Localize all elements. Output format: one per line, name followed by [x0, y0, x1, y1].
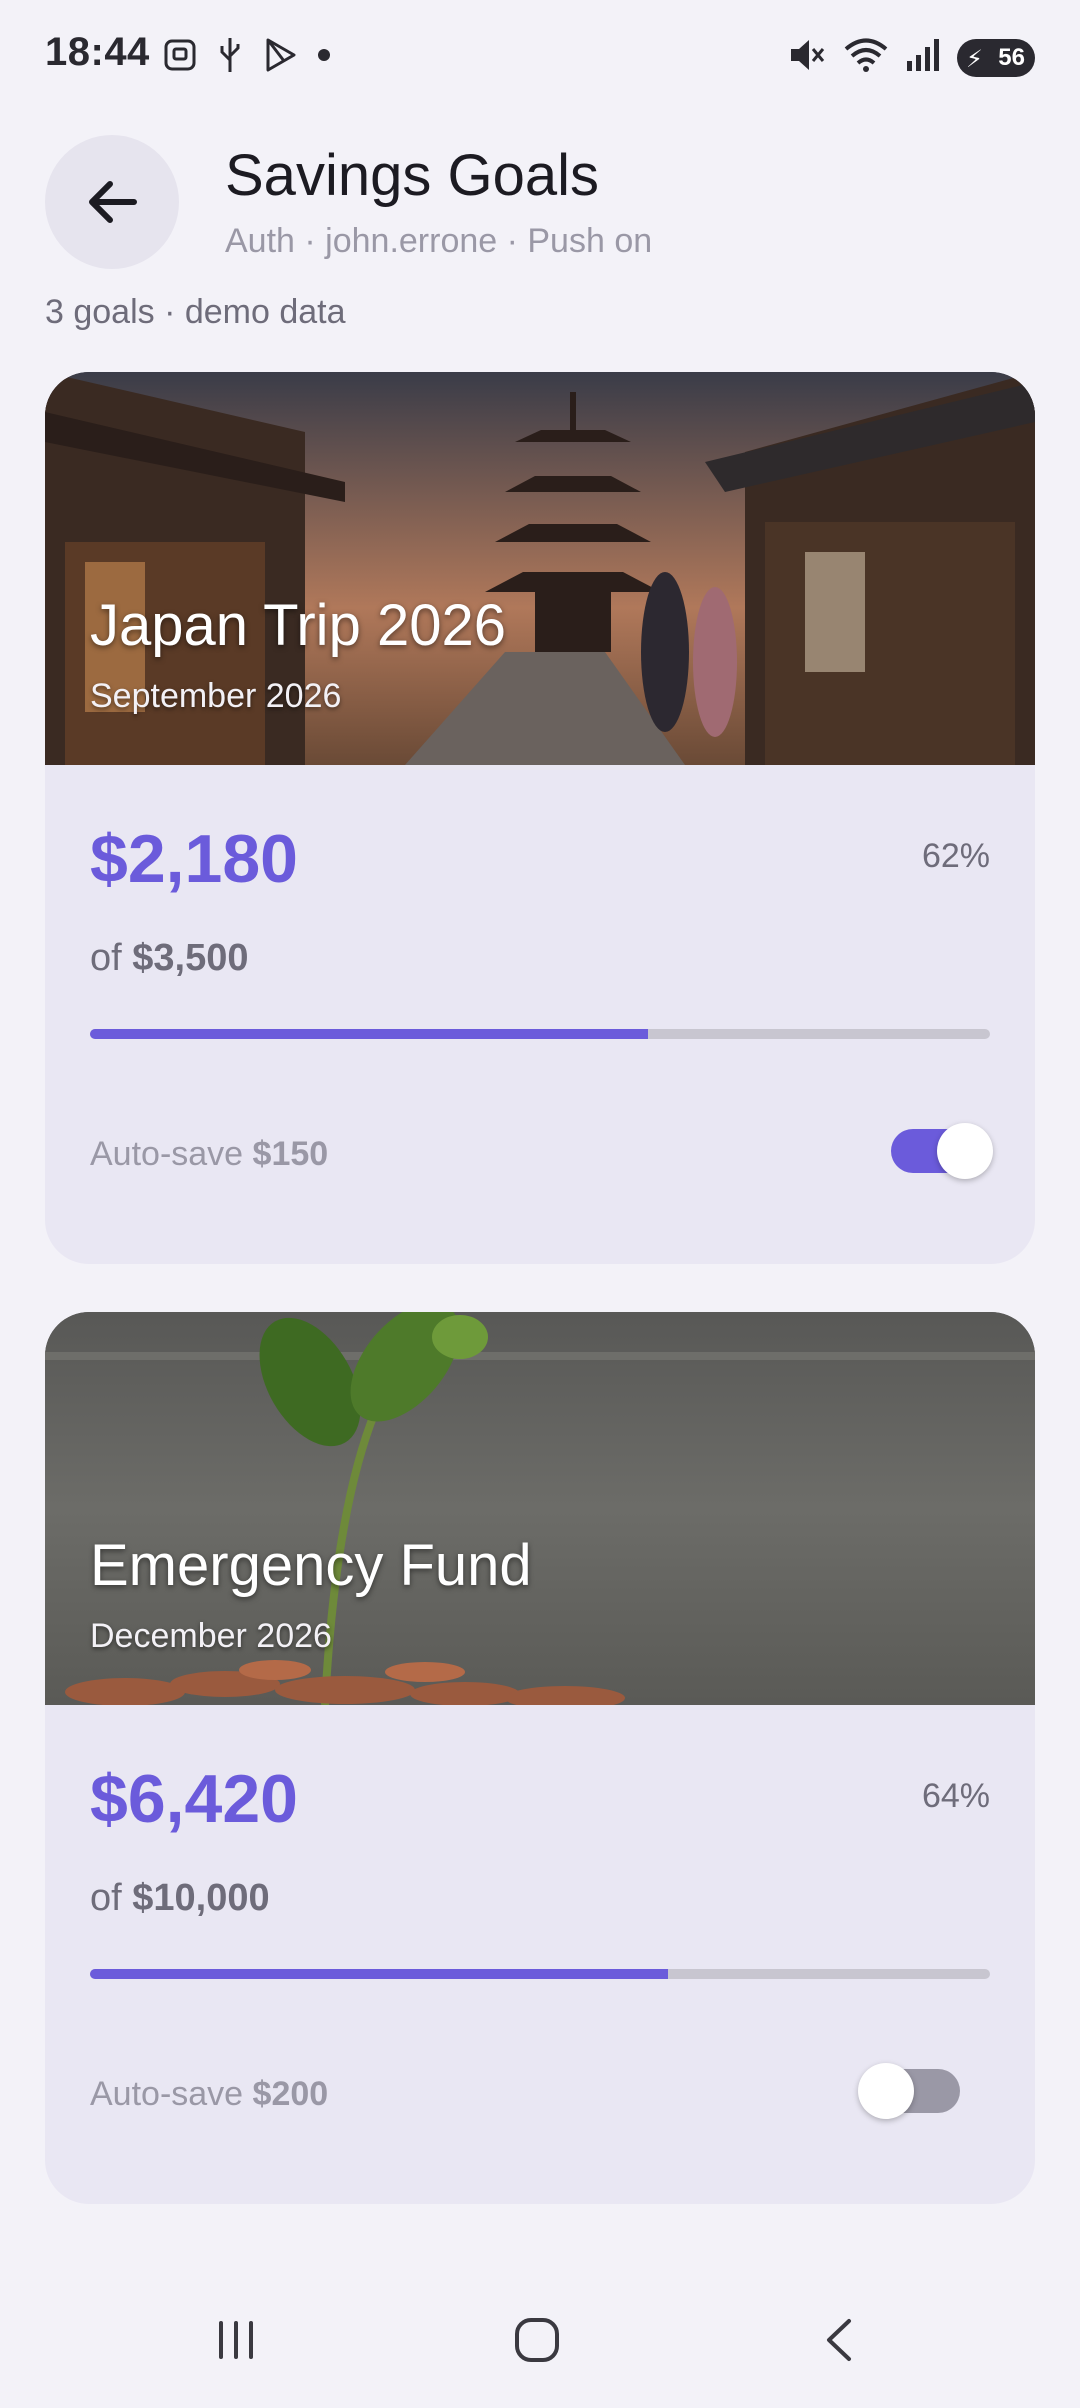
recents-icon	[219, 2321, 253, 2359]
usb-icon	[216, 36, 244, 79]
page-title: Savings Goals	[225, 143, 599, 208]
goals-summary: 3 goals · demo data	[45, 293, 346, 331]
goal-hero-image: Emergency Fund December 2026	[45, 1312, 1035, 1705]
system-back-button[interactable]	[800, 2310, 880, 2370]
battery-level: 56	[998, 43, 1025, 71]
autosave-text: Auto-save	[90, 1135, 253, 1173]
goal-target: of $10,000	[90, 1877, 270, 1920]
goal-hero-image: Japan Trip 2026 September 2026	[45, 372, 1035, 765]
goal-date: December 2026	[90, 1617, 332, 1655]
goal-percent: 64%	[921, 1777, 990, 1815]
status-right-icons: ⚡ 56	[787, 36, 1035, 79]
goal-progress-bar	[90, 1969, 990, 1979]
signal-icon	[905, 37, 941, 78]
goal-percent: 62%	[921, 837, 990, 875]
autosave-toggle[interactable]	[858, 2063, 960, 2119]
battery-icon: ⚡ 56	[957, 38, 1035, 77]
notification-dot-icon	[316, 47, 332, 68]
status-left-icons	[162, 36, 332, 79]
play-store-icon	[262, 37, 298, 78]
back-button[interactable]	[45, 135, 179, 269]
goal-saved-amount: $2,180	[90, 821, 298, 897]
goal-target-prefix: of	[90, 937, 133, 979]
chevron-left-icon	[827, 2319, 851, 2361]
goal-progress-fill	[90, 1969, 668, 1979]
status-bar: 18:44 ⚡ 56	[0, 0, 1080, 110]
autosave-text: Auto-save	[90, 2075, 253, 2113]
goal-saved-amount: $6,420	[90, 1761, 298, 1837]
charging-icon: ⚡	[966, 45, 983, 73]
goal-date: September 2026	[90, 677, 342, 715]
autosave-amount: $200	[252, 2075, 329, 2113]
arrow-left-icon	[89, 181, 137, 223]
goal-target-amount: $3,500	[132, 937, 249, 979]
toggle-knob	[858, 2063, 914, 2119]
goal-target: of $3,500	[90, 937, 248, 980]
autosave-amount: $150	[252, 1135, 329, 1173]
page-subtitle: Auth · john.errone · Push on	[225, 222, 653, 260]
goal-target-amount: $10,000	[132, 1877, 270, 1919]
autosave-label: Auto-save $150	[90, 1135, 328, 1174]
goal-card[interactable]: Japan Trip 2026 September 2026 $2,180 62…	[45, 372, 1035, 1264]
goal-progress-fill	[90, 1029, 648, 1039]
goal-title: Japan Trip 2026	[90, 593, 506, 658]
mute-icon	[787, 36, 827, 79]
home-button[interactable]	[497, 2310, 577, 2370]
goal-progress-bar	[90, 1029, 990, 1039]
screenshot-icon	[162, 37, 198, 78]
system-nav-bar	[0, 2290, 1080, 2390]
wifi-icon	[843, 36, 889, 79]
autosave-toggle[interactable]	[891, 1123, 993, 1179]
home-icon	[515, 2318, 559, 2362]
toggle-knob	[937, 1123, 993, 1179]
autosave-label: Auto-save $200	[90, 2075, 328, 2114]
recents-button[interactable]	[196, 2310, 276, 2370]
goal-body: $2,180 62% of $3,500 Auto-save $150	[45, 765, 1035, 1264]
goal-target-prefix: of	[90, 1877, 133, 1919]
goal-card[interactable]: Emergency Fund December 2026 $6,420 64% …	[45, 1312, 1035, 2204]
goal-title: Emergency Fund	[90, 1533, 532, 1598]
goal-body: $6,420 64% of $10,000 Auto-save $200	[45, 1705, 1035, 2204]
status-time: 18:44	[45, 30, 150, 74]
